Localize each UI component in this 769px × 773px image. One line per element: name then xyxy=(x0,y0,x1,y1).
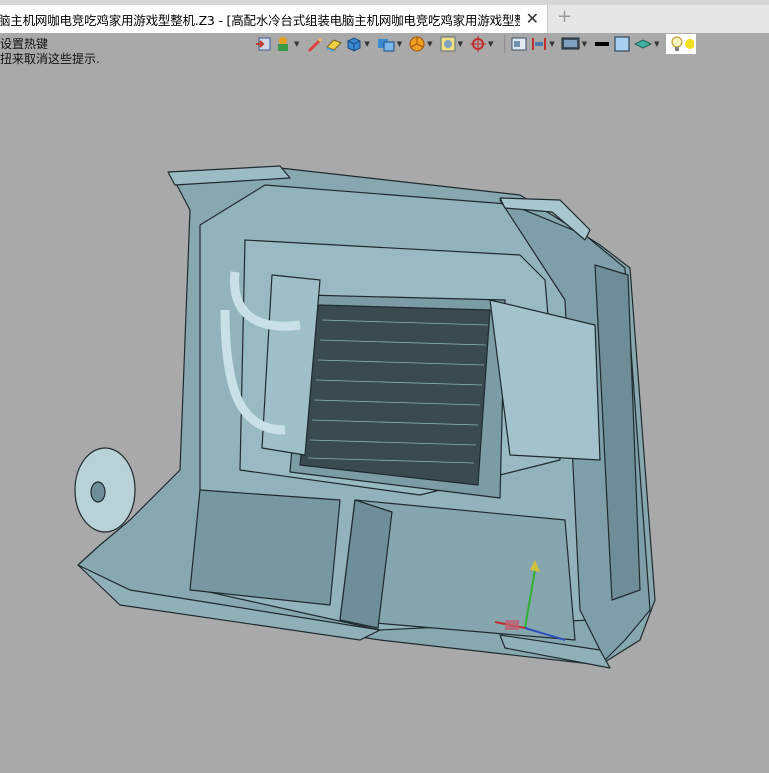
black-line-icon[interactable] xyxy=(593,34,611,54)
radiator-fins xyxy=(299,304,491,486)
view-fit-icon[interactable]: ▼ xyxy=(439,34,467,54)
layer-icon[interactable]: ▼ xyxy=(633,34,663,54)
close-icon[interactable]: ✕ xyxy=(526,9,539,29)
solid-box-icon[interactable]: ▼ xyxy=(345,34,373,54)
square-icon[interactable] xyxy=(613,34,631,54)
exit-view-icon[interactable] xyxy=(255,34,273,54)
display-mode-icon[interactable]: ▼ xyxy=(376,34,406,54)
front-fan-hub xyxy=(90,481,106,503)
origin-icon[interactable]: ▼ xyxy=(469,34,497,54)
toolbar-separator xyxy=(504,35,506,53)
drive-cage xyxy=(189,489,341,606)
tab-bar: 脑主机网咖电竞吃鸡家用游戏型整机.Z3 - [高配水冷台式组装电脑主机网咖电竞吃… xyxy=(0,0,769,33)
render-mode-icon[interactable]: ▼ xyxy=(275,34,303,54)
3d-viewport[interactable] xyxy=(0,60,769,773)
align-icon[interactable]: ▼ xyxy=(530,34,558,54)
light-bulb-icon[interactable] xyxy=(665,34,696,54)
pie-section-icon[interactable]: ▼ xyxy=(408,34,436,54)
pencil-icon[interactable] xyxy=(305,34,323,54)
new-tab-icon[interactable]: + xyxy=(557,7,572,27)
window-icon[interactable] xyxy=(510,34,528,54)
document-tab[interactable]: 脑主机网咖电竞吃鸡家用游戏型整机.Z3 - [高配水冷台式组装电脑主机网咖电竞吃… xyxy=(0,5,548,33)
monitor-icon[interactable]: ▼ xyxy=(561,34,591,54)
document-tab-title: 脑主机网咖电竞吃鸡家用游戏型整机.Z3 - [高配水冷台式组装电脑主机网咖电竞吃… xyxy=(0,12,520,28)
view-toolbar: ▼ ▼ ▼ ▼ ▼ ▼ ▼ ▼ ▼ xyxy=(255,33,769,55)
eraser-icon[interactable] xyxy=(325,34,343,54)
